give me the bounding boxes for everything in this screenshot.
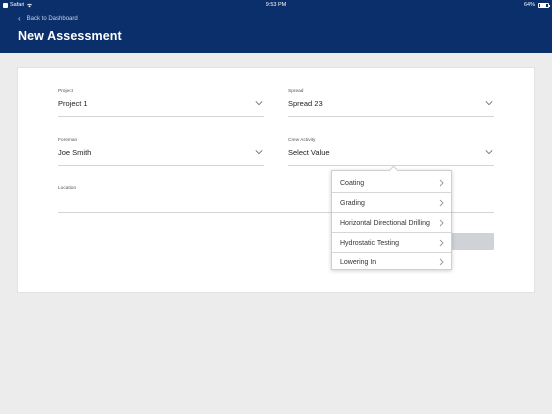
dropdown-item-hydrostatic-testing[interactable]: Hydrostatic Testing [332, 233, 451, 253]
status-right: 64% [523, 2, 550, 8]
page-title: New Assessment [18, 29, 122, 43]
status-time: 9:53 PM [265, 2, 287, 8]
foreman-select[interactable]: Foreman Joe Smith [58, 138, 264, 166]
chevron-down-icon [255, 150, 263, 155]
spread-underline [288, 116, 494, 117]
chevron-right-icon [439, 219, 444, 227]
assessment-form-card: Project Project 1 Spread Spread 23 Forem… [17, 67, 535, 293]
chevron-right-icon [439, 199, 444, 207]
status-bar: Safari 9:53 PM 64% [0, 0, 552, 10]
project-underline [58, 116, 264, 117]
dropdown-item-horizontal-directional-drilling[interactable]: Horizontal Directional Drilling [332, 213, 451, 233]
spread-select[interactable]: Spread Spread 23 [288, 89, 494, 117]
battery-icon [538, 2, 550, 8]
crew-activity-label: Crew Activity [288, 138, 316, 143]
chevron-down-icon [485, 150, 493, 155]
foreman-label: Foreman [58, 138, 78, 143]
dropdown-item-label: Hydrostatic Testing [340, 239, 400, 247]
spread-label: Spread [288, 89, 304, 94]
foreman-value: Joe Smith [58, 148, 92, 157]
project-select[interactable]: Project Project 1 [58, 89, 264, 117]
dropdown-item-label: Lowering In [340, 258, 377, 266]
chevron-down-icon [255, 101, 263, 106]
dropdown-item-label: Grading [340, 199, 365, 207]
foreman-underline [58, 165, 264, 166]
project-value: Project 1 [58, 99, 88, 108]
chevron-right-icon [439, 258, 444, 266]
crew-activity-value: Select Value [288, 148, 330, 157]
chevron-down-icon [485, 101, 493, 106]
dropdown-item-grading[interactable]: Grading [332, 193, 451, 213]
spread-value: Spread 23 [288, 99, 323, 108]
dropdown-item-coating[interactable]: Coating [332, 173, 451, 193]
battery-percent: 64% [523, 2, 535, 8]
crew-activity-select[interactable]: Crew Activity Select Value [288, 138, 494, 166]
back-label: Back to Dashboard [26, 16, 78, 22]
back-to-dashboard-link[interactable]: ‹ Back to Dashboard [18, 14, 78, 23]
dropdown-item-label: Coating [340, 179, 365, 187]
app-header: ‹ Back to Dashboard New Assessment [0, 10, 552, 53]
dropdown-item-label: Horizontal Directional Drilling [340, 219, 430, 227]
chevron-left-icon: ‹ [18, 14, 21, 23]
chevron-right-icon [439, 239, 444, 247]
chevron-right-icon [439, 179, 444, 187]
project-label: Project [58, 89, 73, 94]
crew-activity-dropdown: Coating Grading Horizontal Directional D… [331, 165, 452, 272]
dropdown-item-lowering-in[interactable]: Lowering In [332, 252, 451, 272]
crew-activity-underline [288, 165, 494, 166]
